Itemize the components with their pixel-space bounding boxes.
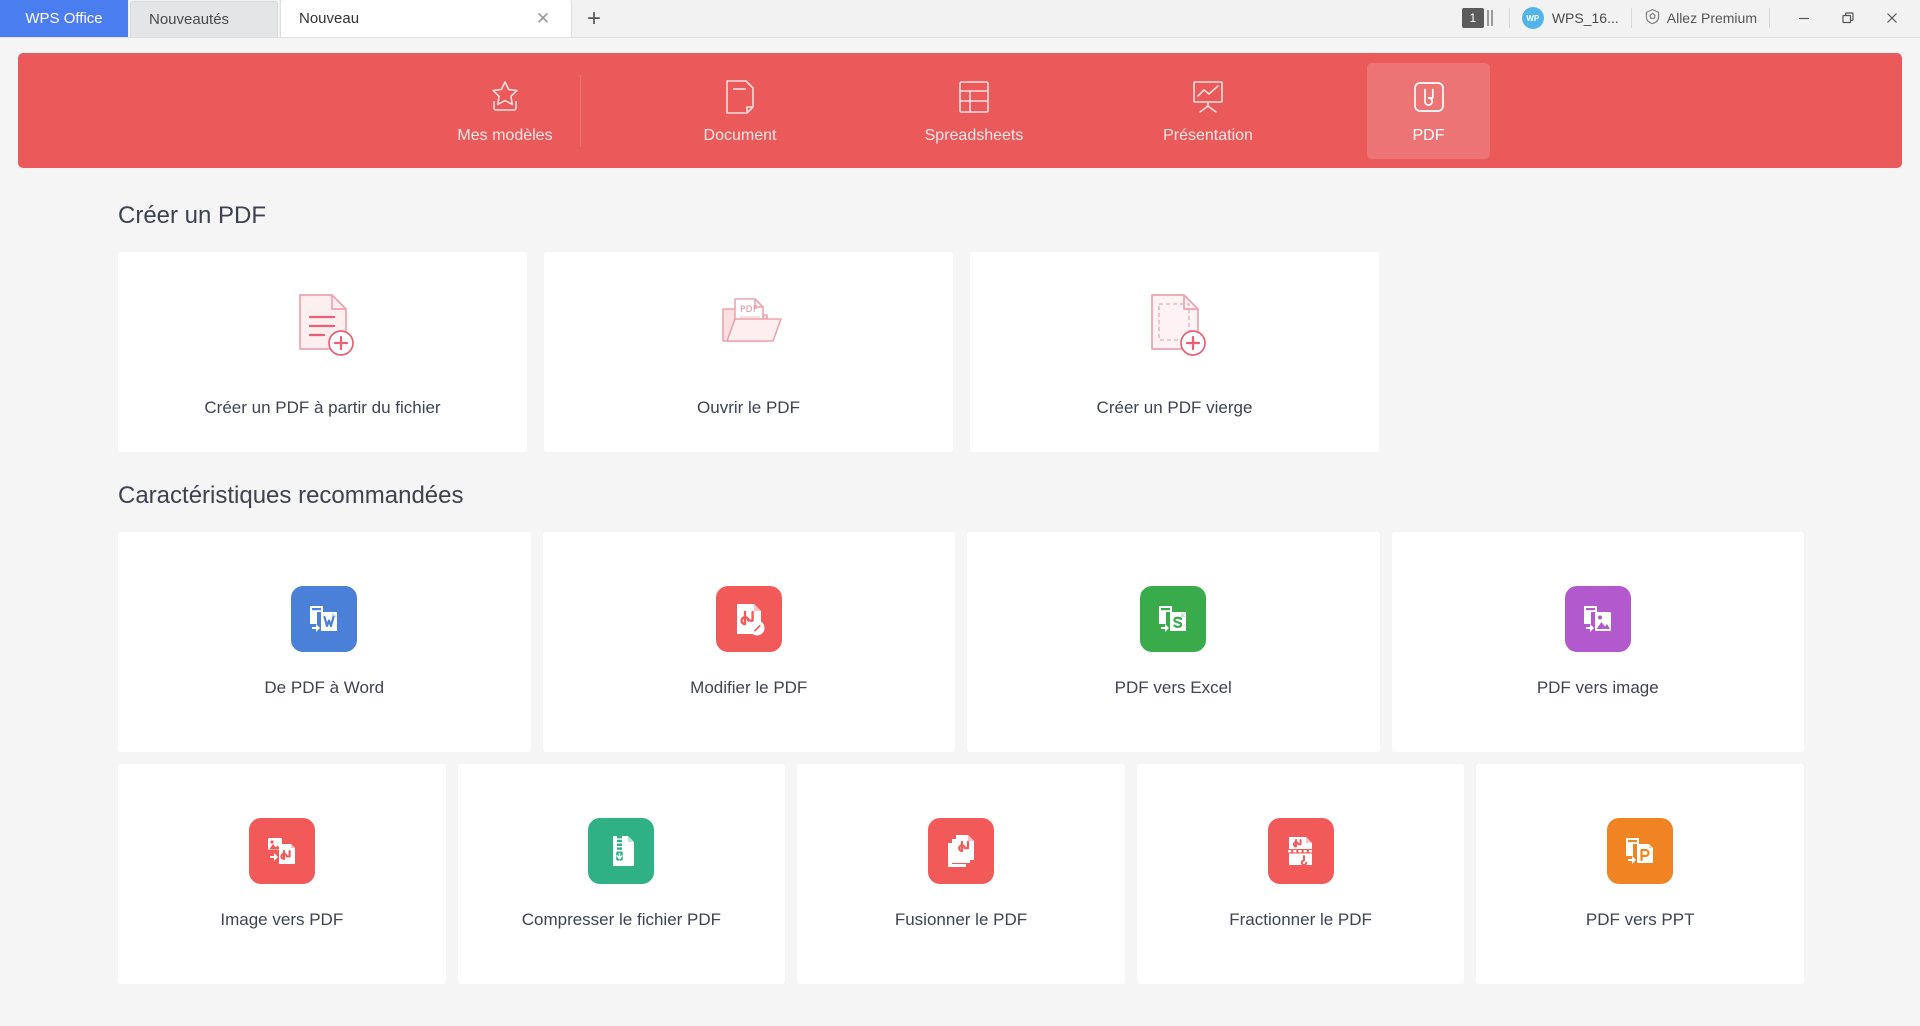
category-mes-modeles[interactable]: Mes modèles	[430, 63, 580, 159]
create-pdf-section: Créer un PDF Créer un PDF à partir du fi…	[0, 168, 1920, 452]
pdf-to-ppt-icon	[1607, 818, 1674, 884]
feature-pdf-to-excel-card[interactable]: PDF vers Excel	[967, 532, 1380, 752]
tab-label: Nouveautés	[149, 11, 230, 28]
card-label: Fractionner le PDF	[1229, 910, 1372, 929]
spreadsheet-grid-icon	[957, 77, 991, 117]
create-pdf-from-file-card[interactable]: Créer un PDF à partir du fichier	[118, 252, 527, 452]
tab-nouveautes[interactable]: Nouveautés	[130, 1, 278, 37]
pdf-icon	[1412, 77, 1446, 117]
category-label: Document	[703, 126, 777, 144]
card-label: Compresser le fichier PDF	[521, 910, 722, 929]
window-stack-icon	[1486, 10, 1493, 26]
feature-grid-row-2: Image vers PDF Compresser le fichier PDF…	[118, 764, 1804, 984]
wps-office-menu-label: WPS Office	[25, 9, 103, 27]
close-window-button[interactable]	[1870, 3, 1914, 33]
main-content: Créer un PDF Créer un PDF à partir du fi…	[0, 168, 1920, 984]
new-tab-button[interactable]: +	[572, 1, 616, 37]
svg-text:PDF: PDF	[740, 305, 758, 315]
card-label: PDF vers image	[1536, 678, 1659, 697]
recommended-features-section: Caractéristiques recommandées De PDF à W…	[0, 452, 1920, 984]
category-pdf[interactable]: PDF	[1367, 62, 1490, 159]
divider	[1769, 8, 1770, 28]
go-premium-button[interactable]: Allez Premium	[1644, 8, 1757, 28]
card-label: Créer un PDF à partir du fichier	[204, 397, 441, 417]
window-count-badge[interactable]: 1	[1461, 8, 1493, 28]
feature-grid-row-1: De PDF à Word Modifier le PDF PDF vers E…	[118, 532, 1804, 752]
category-label: Présentation	[1163, 126, 1253, 144]
card-label: Image vers PDF	[220, 910, 344, 929]
tab-label: Nouveau	[299, 10, 360, 27]
star-tray-icon	[486, 77, 524, 117]
wps-office-menu-button[interactable]: WPS Office	[0, 0, 128, 37]
document-icon	[724, 77, 756, 117]
create-pdf-card-row: Créer un PDF à partir du fichier PDF Ouv…	[118, 252, 1920, 452]
divider	[580, 74, 581, 147]
section-title-create-pdf: Créer un PDF	[118, 202, 267, 229]
card-label: PDF vers PPT	[1585, 910, 1695, 929]
category-banner: Mes modèles Document Spreadsheets Présen…	[18, 53, 1902, 168]
window-count-value: 1	[1461, 8, 1484, 28]
crown-badge-icon	[1644, 8, 1661, 28]
user-account-button[interactable]: WP WPS_16...	[1521, 7, 1619, 29]
feature-pdf-to-word-card[interactable]: De PDF à Word	[118, 532, 531, 752]
section-title-recommended: Caractéristiques recommandées	[118, 482, 464, 509]
pdf-split-icon	[1267, 818, 1334, 884]
card-label: Modifier le PDF	[690, 678, 808, 697]
folder-pdf-icon: PDF	[709, 287, 789, 370]
blank-page-plus-icon	[1136, 287, 1214, 370]
user-name-label: WPS_16...	[1551, 10, 1619, 26]
category-label: Mes modèles	[457, 126, 553, 144]
category-label: Spreadsheets	[924, 126, 1024, 144]
category-label: PDF	[1412, 126, 1445, 144]
maximize-restore-button[interactable]	[1826, 3, 1870, 33]
pdf-compress-icon	[588, 818, 655, 884]
plus-icon: +	[586, 5, 601, 32]
tab-nouveau[interactable]: Nouveau ✕	[280, 0, 572, 37]
feature-edit-pdf-card[interactable]: Modifier le PDF	[542, 532, 955, 752]
feature-merge-pdf-card[interactable]: Fusionner le PDF	[797, 764, 1125, 984]
card-label: Ouvrir le PDF	[697, 397, 800, 417]
image-to-pdf-icon	[248, 818, 315, 884]
feature-pdf-to-ppt-card[interactable]: PDF vers PPT	[1476, 764, 1804, 984]
category-presentation[interactable]: Présentation	[1133, 63, 1283, 159]
titlebar-right-cluster: 1 WP WPS_16... Allez Premium	[1461, 0, 1920, 37]
avatar: WP	[1521, 7, 1544, 29]
create-blank-pdf-card[interactable]: Créer un PDF vierge	[970, 252, 1379, 452]
pdf-edit-icon	[715, 586, 782, 652]
card-label: Fusionner le PDF	[894, 910, 1028, 929]
document-plus-icon	[284, 287, 362, 370]
pdf-to-excel-icon	[1140, 586, 1207, 652]
feature-split-pdf-card[interactable]: Fractionner le PDF	[1136, 764, 1465, 984]
category-document[interactable]: Document	[665, 63, 815, 159]
category-spreadsheets[interactable]: Spreadsheets	[899, 63, 1049, 159]
divider	[1508, 8, 1510, 28]
feature-compress-pdf-card[interactable]: Compresser le fichier PDF	[457, 764, 786, 984]
pdf-to-image-icon	[1564, 586, 1631, 652]
go-premium-label: Allez Premium	[1666, 10, 1757, 26]
feature-image-to-pdf-card[interactable]: Image vers PDF	[118, 764, 446, 984]
close-icon[interactable]: ✕	[533, 10, 553, 27]
card-label: De PDF à Word	[264, 678, 385, 697]
presentation-chart-icon	[1190, 77, 1226, 117]
title-bar: WPS Office Nouveautés Nouveau ✕ + 1 WP W…	[0, 0, 1920, 38]
minimize-button[interactable]	[1782, 3, 1826, 33]
pdf-to-word-icon	[291, 586, 358, 652]
window-controls	[1782, 3, 1914, 33]
card-label: Créer un PDF vierge	[1096, 397, 1253, 417]
card-label: PDF vers Excel	[1114, 678, 1232, 697]
pdf-merge-icon	[927, 818, 994, 884]
feature-pdf-to-image-card[interactable]: PDF vers image	[1391, 532, 1804, 752]
open-pdf-card[interactable]: PDF Ouvrir le PDF	[544, 252, 953, 452]
divider	[1630, 8, 1632, 28]
